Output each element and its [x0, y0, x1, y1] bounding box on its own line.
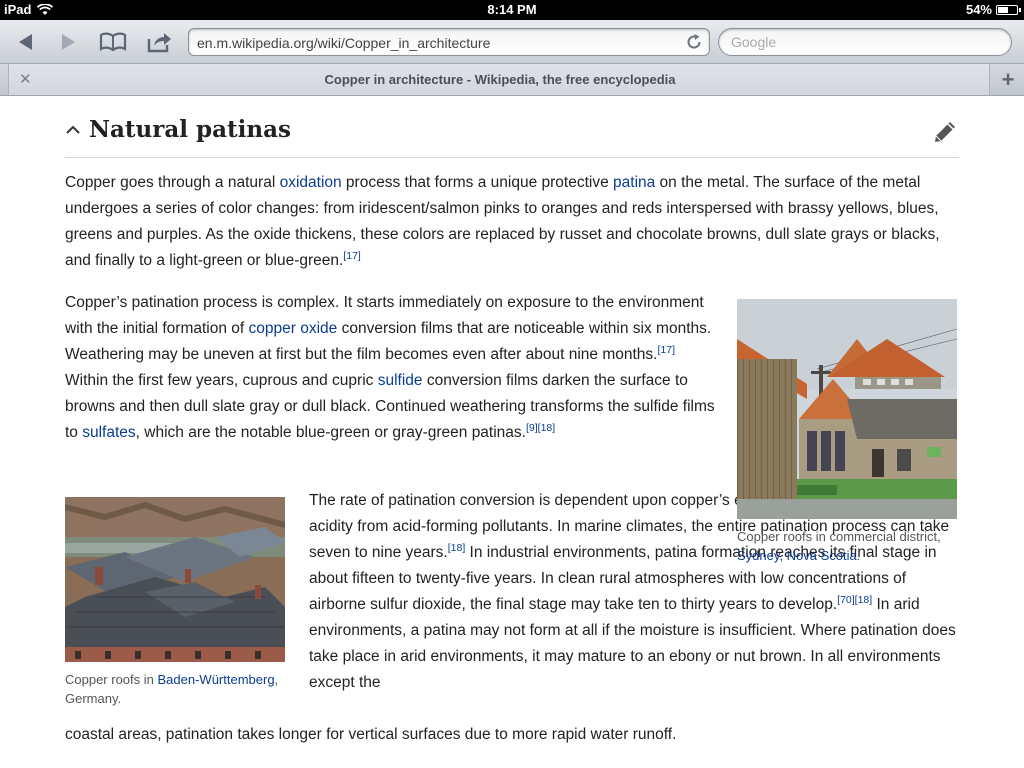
link-baden-wurttemberg[interactable]: Baden-Württemberg	[158, 672, 275, 687]
paragraph-1: Copper goes through a natural oxidation …	[65, 170, 959, 274]
address-bar[interactable]: en.m.wikipedia.org/wiki/Copper_in_archit…	[188, 28, 710, 56]
reload-icon[interactable]	[685, 33, 703, 51]
battery-icon	[996, 5, 1021, 15]
link-sulfide[interactable]: sulfide	[378, 372, 423, 389]
link-sydney-nova-scotia[interactable]: Sydney, Nova Scotia	[737, 548, 857, 563]
bookmarks-button[interactable]	[96, 28, 130, 56]
link-patina[interactable]: patina	[613, 174, 655, 191]
sydney-building-image[interactable]	[737, 299, 957, 519]
book-icon	[99, 32, 127, 52]
citation-link[interactable]: [18]	[538, 422, 556, 434]
forward-button[interactable]	[52, 28, 86, 56]
text-run: Within the first few years, cuprous and …	[65, 372, 378, 389]
text-run: Copper goes through a natural	[65, 174, 280, 191]
back-arrow-icon	[19, 34, 32, 50]
back-button[interactable]	[8, 28, 42, 56]
text-run: coastal areas, patination takes longer f…	[65, 726, 677, 743]
paragraph-3-end: coastal areas, patination takes longer f…	[65, 722, 959, 748]
citation-link[interactable]: [18]	[855, 594, 873, 606]
page-content: Natural patinas Copper goes through a na…	[0, 96, 1024, 768]
forward-arrow-icon	[62, 34, 75, 50]
citation-link[interactable]: [70]	[837, 594, 855, 606]
figure-caption: Copper roofs in Baden-Württemberg, Germa…	[65, 670, 285, 708]
clock: 8:14 PM	[487, 2, 537, 17]
caption-text: .	[856, 548, 861, 563]
baden-roofs-image[interactable]	[65, 497, 285, 662]
caption-text: Copper roofs in	[65, 672, 158, 687]
new-tab-button[interactable]: +	[994, 66, 1022, 94]
search-input[interactable]	[718, 28, 1012, 56]
citation-link[interactable]: [17]	[658, 344, 676, 356]
text-run: , which are the notable blue-green or gr…	[135, 424, 526, 441]
status-bar: iPad 8:14 PM 54%	[0, 0, 1024, 20]
section-header[interactable]: Natural patinas	[65, 112, 959, 158]
status-right: 54%	[965, 2, 1021, 17]
tab-bar: ✕ Copper in architecture - Wikipedia, th…	[0, 64, 1024, 96]
link-copper-oxide[interactable]: copper oxide	[249, 320, 338, 337]
figure-baden: Copper roofs in Baden-Württemberg, Germa…	[65, 497, 285, 708]
link-oxidation[interactable]: oxidation	[280, 174, 342, 191]
citation-link[interactable]: [9]	[526, 422, 538, 434]
chevron-up-icon[interactable]	[65, 122, 81, 138]
citation-link[interactable]: [17]	[343, 250, 361, 262]
paragraph-2: Copper’s patination process is complex. …	[65, 290, 715, 446]
tab-active[interactable]: ✕ Copper in architecture - Wikipedia, th…	[8, 64, 990, 95]
share-icon	[147, 33, 171, 53]
battery-percent: 54%	[965, 2, 992, 17]
link-sulfates[interactable]: sulfates	[82, 424, 135, 441]
text-run: process that forms a unique protective	[341, 174, 614, 191]
browser-toolbar: en.m.wikipedia.org/wiki/Copper_in_archit…	[0, 20, 1024, 64]
pencil-edit-icon[interactable]	[933, 120, 957, 144]
figure-sydney: Copper roofs in commercial district, Syd…	[737, 299, 957, 565]
share-button[interactable]	[142, 28, 176, 56]
figure-caption: Copper roofs in commercial district, Syd…	[737, 527, 957, 565]
section-title: Natural patinas	[89, 116, 291, 143]
battery-fill	[998, 7, 1008, 13]
url-text[interactable]: en.m.wikipedia.org/wiki/Copper_in_archit…	[197, 35, 490, 51]
caption-text: Copper roofs in commercial district,	[737, 529, 941, 544]
citation-link[interactable]: [18]	[448, 542, 466, 554]
plus-icon: +	[1001, 67, 1015, 92]
tab-title: Copper in architecture - Wikipedia, the …	[324, 72, 676, 87]
